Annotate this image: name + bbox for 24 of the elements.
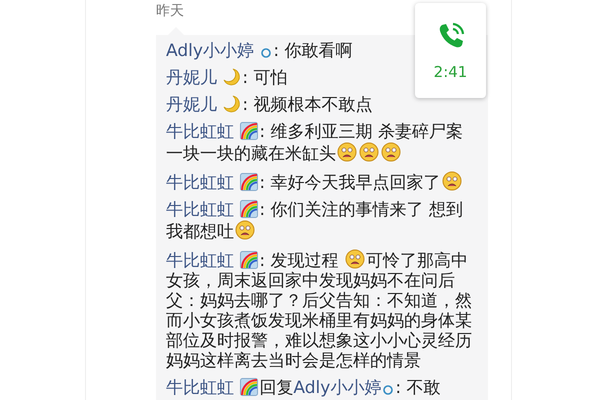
worried-face-icon	[344, 249, 365, 269]
comment-text: 丹妮儿 : 视频根本不敢点	[166, 95, 374, 115]
rainbow-icon	[240, 378, 258, 396]
rainbow-icon	[240, 251, 258, 269]
worried-face-icon	[359, 142, 379, 162]
call-card[interactable]: 2:41	[415, 3, 486, 98]
comment-text: 牛比虹虹 : 发现过程 可怜了那高中女孩，周末返回家中发现妈妈不在问后父：妈妈去哪了？后父告知：不知道，然而小女孩煮饭发现米桶里有妈妈的身体某部位及时报警，难以想象这小小心灵经历妈妈这样离去当时会是怎样的情景	[166, 249, 473, 371]
moon-icon	[223, 68, 242, 86]
rainbow-icon	[240, 173, 258, 191]
worried-face-icon	[337, 142, 357, 162]
worried-face-icon	[235, 220, 255, 240]
comment-text: 牛比虹虹 回复Adly小小婷 : 不敢	[166, 378, 442, 398]
rainbow-icon	[240, 122, 258, 140]
comment-text: 牛比虹虹 : 你们关注的事情来了 想到我都想吐	[166, 200, 464, 242]
worried-face-icon	[442, 171, 462, 191]
ring-icon	[260, 47, 272, 59]
date-label: 昨天	[156, 2, 184, 20]
comment-text: 牛比虹虹 : 维多利亚三期 杀妻碎尸案一块一块的藏在米缸头	[166, 122, 464, 164]
call-duration: 2:41	[434, 62, 468, 80]
ring-icon	[382, 384, 394, 396]
worried-face-icon	[381, 142, 401, 162]
comment-text: 牛比虹虹 : 幸好今天我早点回家了	[166, 171, 478, 193]
rainbow-icon	[240, 200, 258, 218]
moon-icon	[223, 95, 242, 113]
